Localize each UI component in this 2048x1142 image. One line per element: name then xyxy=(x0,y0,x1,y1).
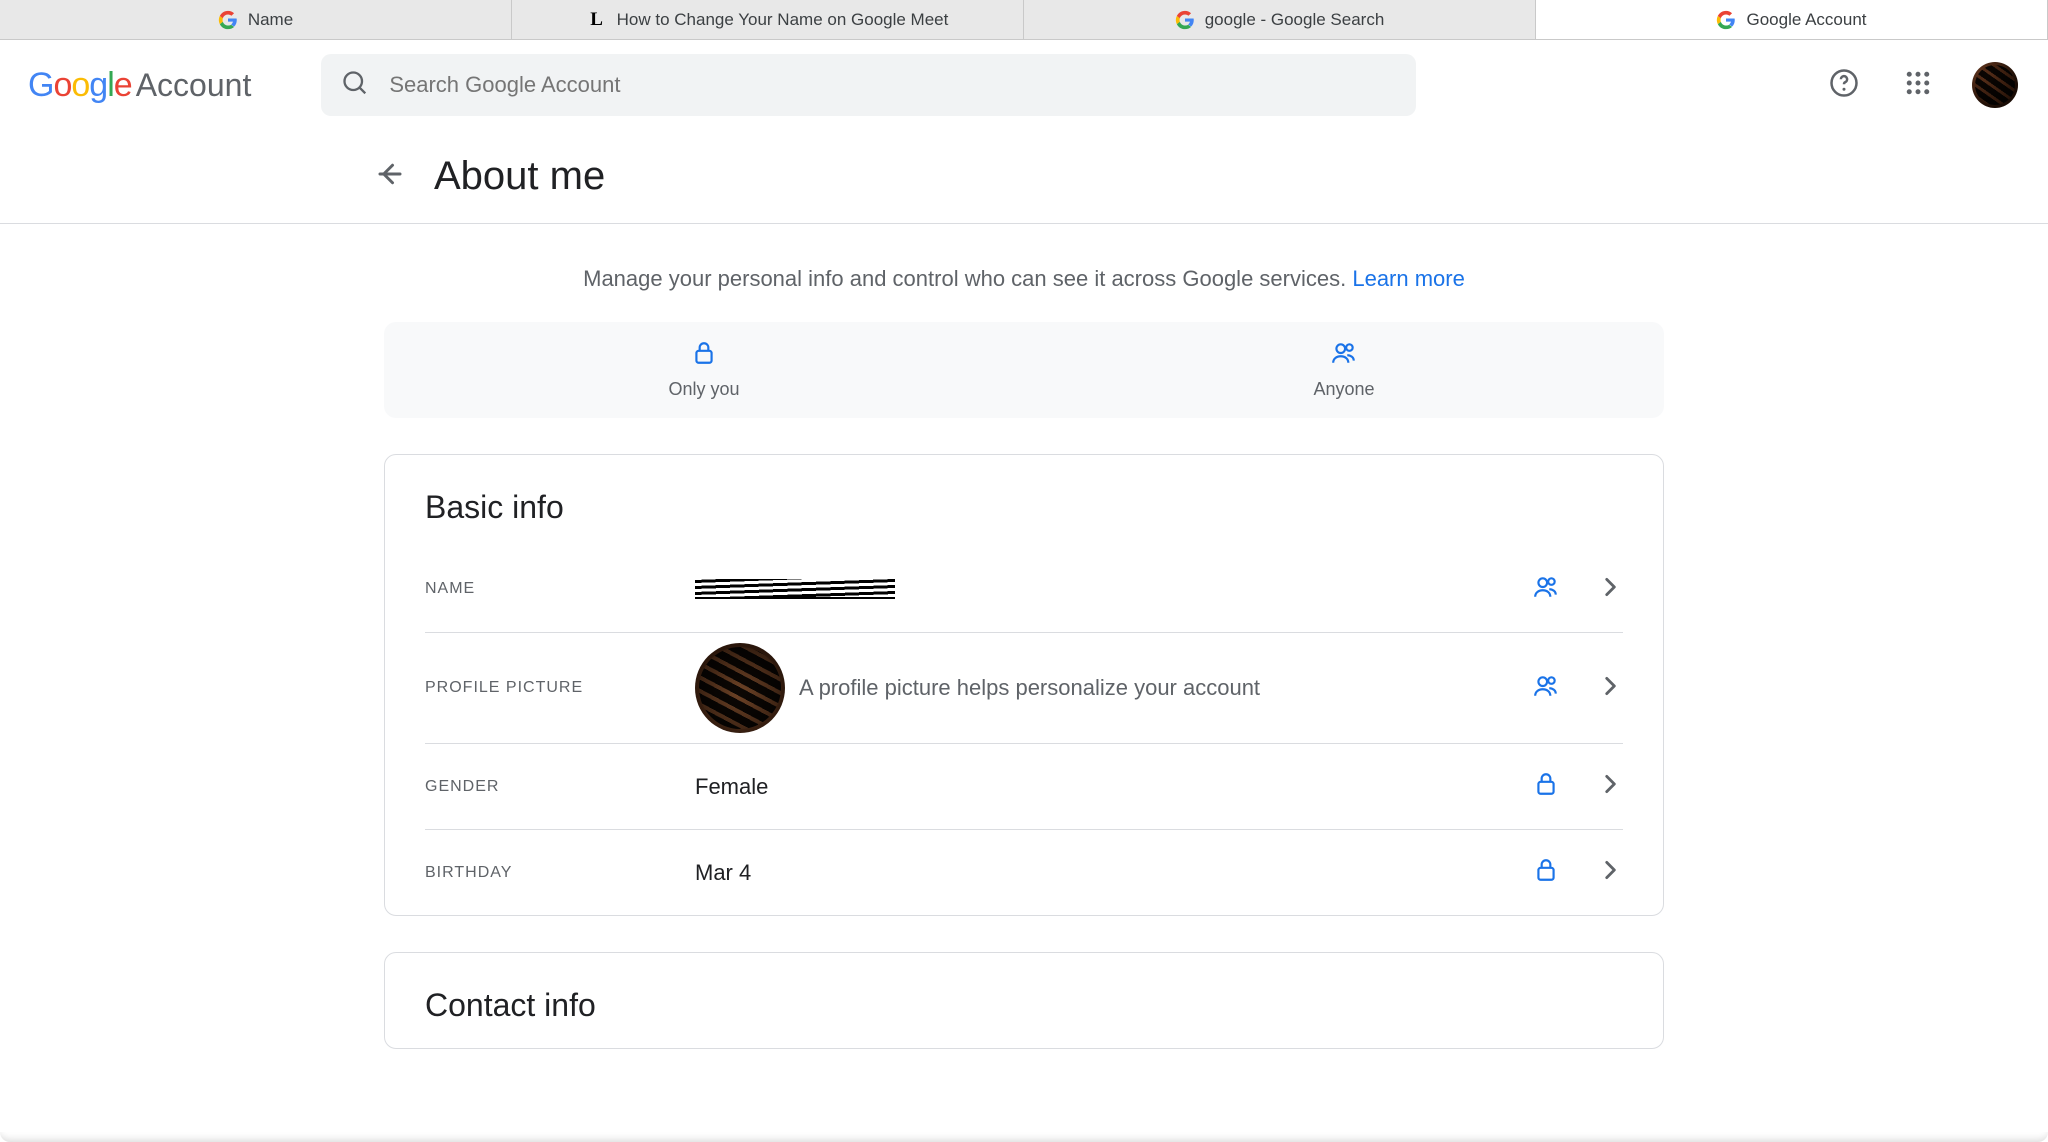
google-favicon-icon xyxy=(1716,10,1736,30)
browser-tabstrip: Name L How to Change Your Name on Google… xyxy=(0,0,2048,40)
row-label: BIRTHDAY xyxy=(425,864,695,882)
learn-more-link[interactable]: Learn more xyxy=(1352,266,1465,291)
card-heading: Contact info xyxy=(425,987,1623,1024)
contact-info-card: Contact info xyxy=(384,952,1664,1049)
tab-label: How to Change Your Name on Google Meet xyxy=(617,10,949,30)
google-wordmark: Google xyxy=(28,66,132,105)
window-bottom-edge xyxy=(0,1132,2048,1142)
tab-label: Google Account xyxy=(1746,10,1866,30)
row-label: NAME xyxy=(425,580,695,598)
chevron-right-icon xyxy=(1597,673,1623,704)
intro-copy: Manage your personal info and control wh… xyxy=(583,266,1346,291)
page-title-bar: About me xyxy=(0,130,2048,224)
browser-tab[interactable]: L How to Change Your Name on Google Meet xyxy=(512,0,1024,39)
row-profile-picture[interactable]: PROFILE PICTURE A profile picture helps … xyxy=(425,632,1623,743)
redacted-name xyxy=(695,579,895,599)
app-header: Google Account xyxy=(0,40,2048,130)
legend-label: Anyone xyxy=(1313,379,1374,400)
browser-tab-active[interactable]: Google Account xyxy=(1536,0,2048,39)
people-icon xyxy=(1533,574,1559,605)
tab-label: google - Google Search xyxy=(1205,10,1385,30)
letter-l-favicon-icon: L xyxy=(587,10,607,30)
search-bar[interactable] xyxy=(321,54,1416,116)
google-favicon-icon xyxy=(218,10,238,30)
google-favicon-icon xyxy=(1175,10,1195,30)
help-icon xyxy=(1829,68,1859,103)
logo-suffix: Account xyxy=(136,67,252,104)
row-value xyxy=(695,579,1533,599)
chevron-right-icon xyxy=(1597,771,1623,802)
row-label: GENDER xyxy=(425,778,695,796)
lock-icon xyxy=(691,340,717,371)
row-birthday[interactable]: BIRTHDAY Mar 4 xyxy=(425,829,1623,915)
row-value: Mar 4 xyxy=(695,860,1533,886)
people-icon xyxy=(1331,340,1357,371)
lock-icon xyxy=(1533,771,1559,802)
basic-info-card: Basic info NAME PROFILE PICTURE A profil… xyxy=(384,454,1664,916)
intro-text: Manage your personal info and control wh… xyxy=(384,224,1664,322)
page-title: About me xyxy=(434,154,605,199)
lock-icon xyxy=(1533,857,1559,888)
search-input[interactable] xyxy=(387,71,1396,99)
row-gender[interactable]: GENDER Female xyxy=(425,743,1623,829)
row-caption: A profile picture helps personalize your… xyxy=(799,675,1260,701)
google-account-logo[interactable]: Google Account xyxy=(28,66,251,105)
help-button[interactable] xyxy=(1824,65,1864,105)
row-value: Female xyxy=(695,774,1533,800)
legend-only-you: Only you xyxy=(384,340,1024,400)
chevron-right-icon xyxy=(1597,857,1623,888)
apps-button[interactable] xyxy=(1898,65,1938,105)
chevron-right-icon xyxy=(1597,574,1623,605)
search-icon xyxy=(341,69,369,102)
row-label: PROFILE PICTURE xyxy=(425,679,695,697)
arrow-left-icon xyxy=(375,159,405,194)
visibility-legend: Only you Anyone xyxy=(384,322,1664,418)
people-icon xyxy=(1533,673,1559,704)
account-avatar[interactable] xyxy=(1972,62,2018,108)
row-name[interactable]: NAME xyxy=(425,546,1623,632)
apps-grid-icon xyxy=(1903,68,1933,103)
profile-picture-thumb xyxy=(695,643,785,733)
legend-anyone: Anyone xyxy=(1024,340,1664,400)
back-button[interactable] xyxy=(370,157,410,197)
legend-label: Only you xyxy=(668,379,739,400)
browser-tab[interactable]: Name xyxy=(0,0,512,39)
main-content: Manage your personal info and control wh… xyxy=(384,224,1664,1089)
tab-label: Name xyxy=(248,10,293,30)
browser-tab[interactable]: google - Google Search xyxy=(1024,0,1536,39)
card-heading: Basic info xyxy=(425,489,1623,526)
row-value: A profile picture helps personalize your… xyxy=(695,643,1533,733)
